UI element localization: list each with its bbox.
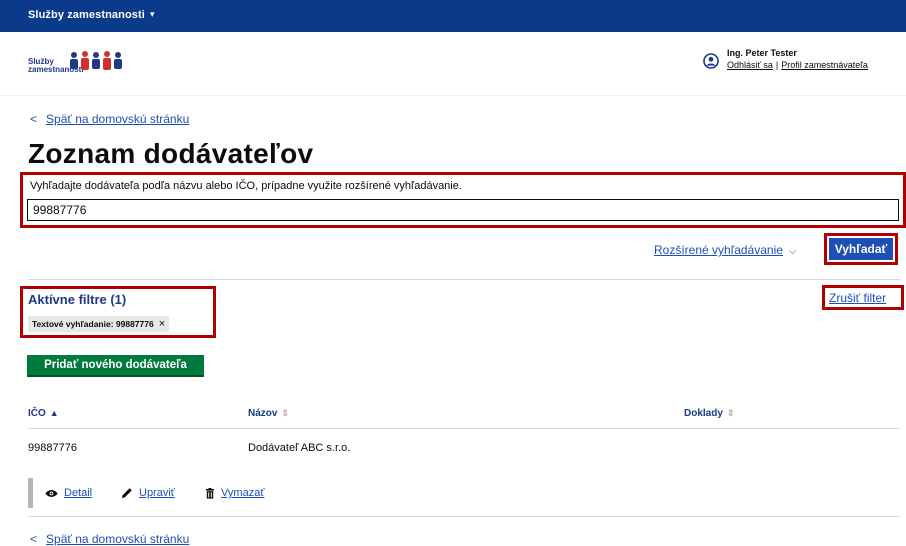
logout-link[interactable]: Odhlásiť sa xyxy=(727,60,773,70)
sort-ascending-icon: ▲ xyxy=(49,408,59,418)
column-header-ico[interactable]: IČO ▲ xyxy=(28,408,59,419)
user-name: Ing. Peter Tester xyxy=(727,48,797,58)
table-header-divider xyxy=(28,428,900,429)
table-cell-ico: 99887776 xyxy=(28,442,77,454)
divider xyxy=(28,279,900,280)
back-link-label: Späť na domovskú stránku xyxy=(46,112,190,126)
eye-icon xyxy=(45,489,58,498)
search-button[interactable]: Vyhľadať xyxy=(829,238,893,260)
back-to-home-link-top[interactable]: < Späť na domovskú stránku xyxy=(30,112,189,126)
page-title: Zoznam dodávateľov xyxy=(28,138,314,169)
column-header-label: Doklady xyxy=(684,408,723,419)
user-links: Odhlásiť sa | Profil zamestnávateľa xyxy=(727,60,868,70)
row-actions: Detail Upraviť Vymazať xyxy=(28,478,308,508)
advanced-search-toggle[interactable]: Rozšírené vyhľadávanie ⌵ xyxy=(654,243,797,257)
edit-label: Upraviť xyxy=(139,487,175,499)
filter-chip: Textové vyhľadanie: 99887776 × xyxy=(28,316,170,332)
delete-action[interactable]: Vymazať xyxy=(205,487,264,499)
back-to-home-link-bottom[interactable]: < Späť na domovskú stránku xyxy=(30,532,189,546)
search-input[interactable] xyxy=(27,199,899,221)
chevron-left-icon: < xyxy=(30,532,38,546)
chevron-left-icon: < xyxy=(30,112,38,126)
column-header-nazov[interactable]: Názov ⇕ xyxy=(248,408,289,419)
column-header-doklady[interactable]: Doklady ⇕ xyxy=(684,408,734,419)
top-bar: Služby zamestnanosti ▾ xyxy=(0,0,906,32)
people-logo-icon xyxy=(70,51,122,70)
clear-filter-link[interactable]: Zrušiť filter xyxy=(829,291,886,305)
user-avatar-icon xyxy=(703,53,719,69)
trash-icon xyxy=(205,487,215,499)
chevron-down-icon[interactable]: ▾ xyxy=(150,9,155,20)
sort-icon: ⇕ xyxy=(281,408,289,418)
table-cell-nazov: Dodávateľ ABC s.r.o. xyxy=(248,442,351,454)
logo[interactable]: Služby zamestnanosti xyxy=(28,50,148,80)
filter-chip-label: Textové vyhľadanie: 99887776 xyxy=(32,319,154,329)
detail-action[interactable]: Detail xyxy=(45,487,92,499)
back-link-label: Späť na domovskú stránku xyxy=(46,532,190,546)
delete-label: Vymazať xyxy=(221,487,265,499)
add-supplier-button[interactable]: Pridať nového dodávateľa xyxy=(27,355,204,377)
separator: | xyxy=(775,60,779,70)
pencil-icon xyxy=(121,487,133,499)
portal-menu-title[interactable]: Služby zamestnanosti xyxy=(28,9,145,21)
search-hint: Vyhľadajte dodávateľa podľa názvu alebo … xyxy=(30,180,462,192)
detail-label: Detail xyxy=(64,487,93,499)
column-header-label: IČO xyxy=(28,408,46,419)
column-header-label: Názov xyxy=(248,408,278,419)
close-icon[interactable]: × xyxy=(159,319,165,330)
employer-profile-link[interactable]: Profil zamestnávateľa xyxy=(781,60,868,70)
chevron-down-icon: ⌵ xyxy=(788,246,797,257)
sort-icon: ⇕ xyxy=(726,408,735,418)
advanced-search-label: Rozšírené vyhľadávanie xyxy=(654,243,783,257)
divider xyxy=(28,516,900,517)
edit-action[interactable]: Upraviť xyxy=(121,487,175,499)
active-filters-title: Aktívne filtre (1) xyxy=(28,292,127,307)
